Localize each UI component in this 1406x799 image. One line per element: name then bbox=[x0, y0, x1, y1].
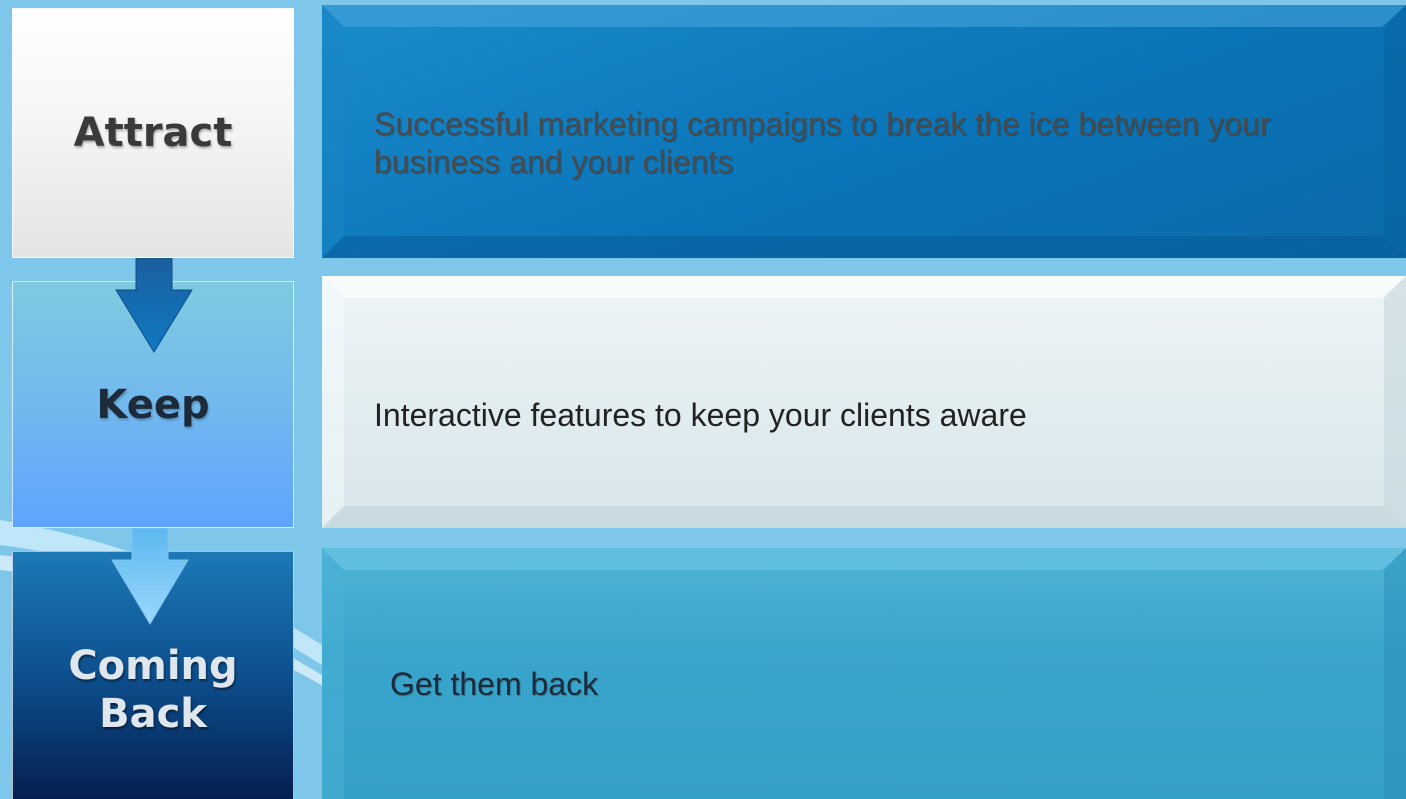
step-label-coming-back-line1: Coming bbox=[68, 643, 238, 689]
step-label-coming-back-line2: Back bbox=[99, 691, 207, 737]
step-description-attract: Successful marketing campaigns to break … bbox=[374, 106, 1271, 180]
step-box-attract: Attract bbox=[12, 8, 294, 258]
step-label-attract: Attract bbox=[73, 110, 233, 156]
description-panel-keep: Interactive features to keep your client… bbox=[322, 276, 1406, 528]
down-arrow-icon bbox=[115, 258, 193, 353]
step-label-coming-back: Coming Back bbox=[68, 642, 237, 738]
step-description-keep: Interactive features to keep your client… bbox=[374, 397, 1027, 433]
description-panel-attract: Successful marketing campaigns to break … bbox=[322, 5, 1406, 258]
description-panel-coming-back: Get them back bbox=[322, 548, 1406, 799]
step-label-keep: Keep bbox=[96, 381, 210, 428]
down-arrow-icon bbox=[111, 528, 189, 625]
step-description-coming-back: Get them back bbox=[390, 666, 599, 702]
